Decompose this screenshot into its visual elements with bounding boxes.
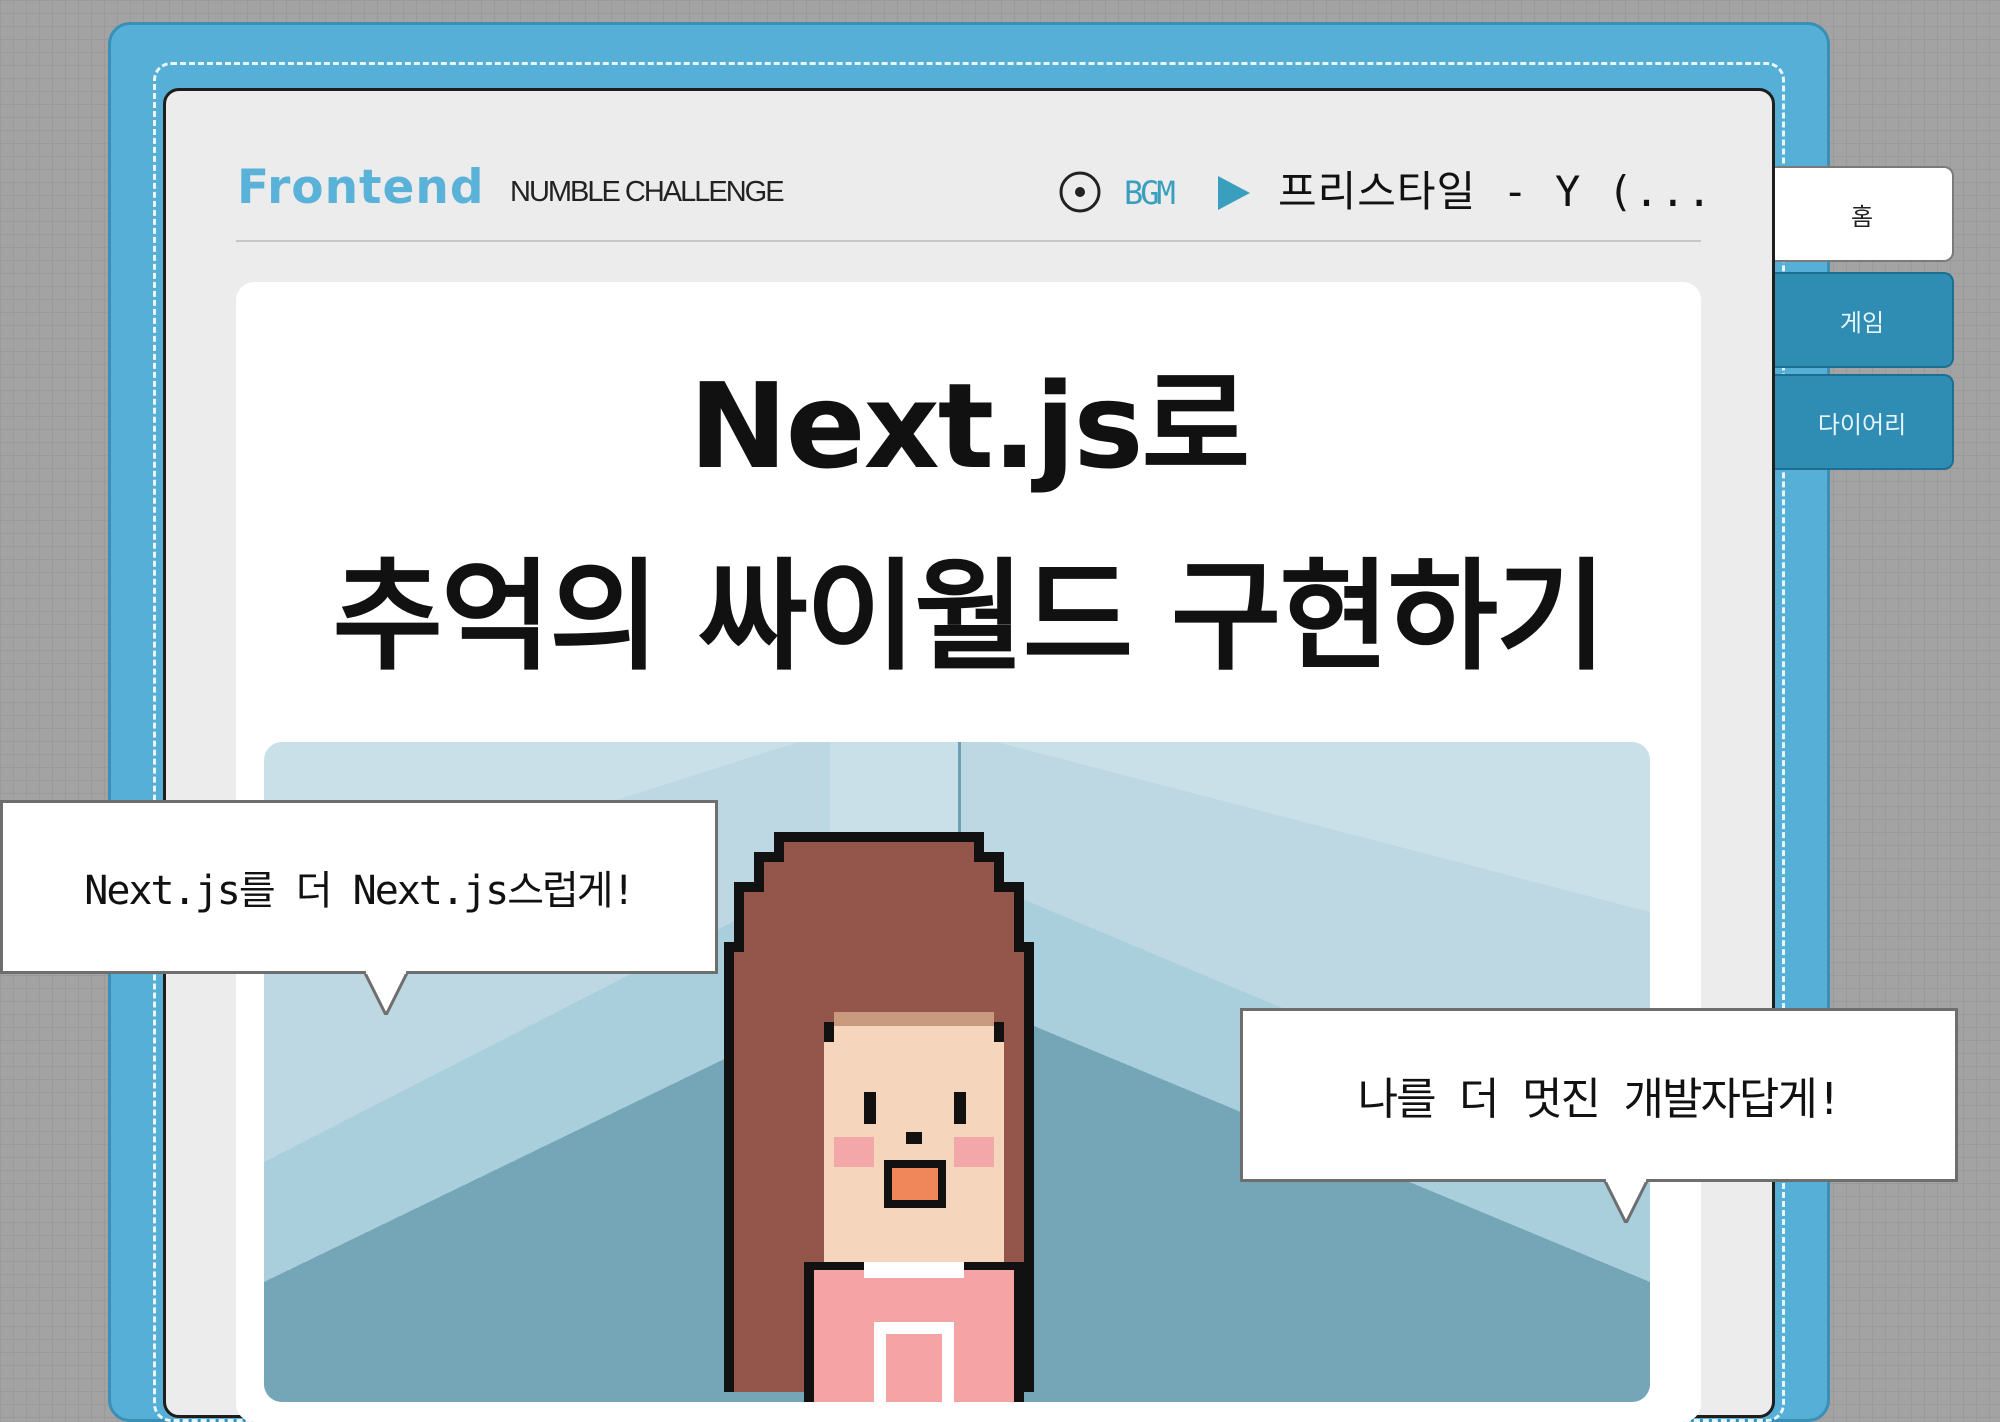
tab-game[interactable]: 게임 (1772, 272, 1954, 368)
play-icon[interactable] (1214, 172, 1254, 214)
speech-bubble-right-tail (1602, 1178, 1650, 1227)
brand-logo-text[interactable]: Frontend (237, 158, 484, 218)
bgm-label: BGM (1124, 174, 1176, 212)
tab-home[interactable]: 홈 (1772, 166, 1954, 262)
tab-game-label: 게임 (1839, 308, 1885, 337)
tab-diary-label: 다이어리 (1817, 410, 1907, 439)
brand-subtitle: NUMBLE CHALLENGE (510, 176, 785, 208)
speech-bubble-left-tail (362, 970, 410, 1019)
speech-bubble-right: 나를 더 멋진 개발자답게! (1240, 1008, 1958, 1182)
speech-bubble-left: Next.js를 더 Next.js스럽게! (0, 800, 718, 974)
speech-bubble-right-text: 나를 더 멋진 개발자답게! (1357, 1074, 1843, 1125)
hero-title-line-1: Next.js로 (688, 357, 1250, 495)
bgm-track-title[interactable]: 프리스타일 - Y (... (1278, 166, 1713, 218)
disc-icon (1058, 170, 1102, 214)
header-divider (236, 240, 1701, 242)
speech-bubble-left-text: Next.js를 더 Next.js스럽게! (84, 868, 635, 914)
tab-diary[interactable]: 다이어리 (1772, 374, 1954, 470)
pixel-girl-figure (724, 832, 1034, 1402)
hero-title-line-2: 추억의 싸이월드 구현하기 (332, 548, 1607, 687)
tab-home-label: 홈 (1850, 202, 1874, 231)
